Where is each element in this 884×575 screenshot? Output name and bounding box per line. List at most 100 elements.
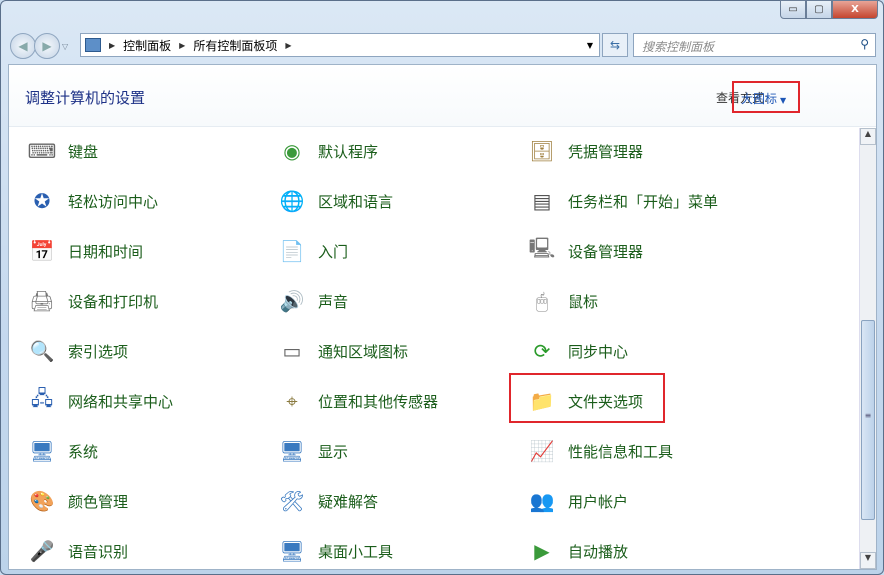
item-label: 位置和其他传感器 — [318, 392, 439, 411]
control-panel-item[interactable]: ▤ 任务栏和「开始」菜单 — [525, 181, 755, 221]
item-label: 任务栏和「开始」菜单 — [568, 192, 719, 211]
item-label: 系统 — [68, 442, 99, 461]
control-panel-item[interactable]: 🔍 索引选项 — [25, 331, 255, 371]
control-panel-item[interactable]: 🔊 声音 — [275, 281, 505, 321]
item-icon: 📅 — [29, 239, 55, 263]
control-panel-item[interactable]: 🖱 鼠标 — [525, 281, 755, 321]
control-panel-item[interactable]: 🗄 凭据管理器 — [525, 131, 755, 171]
item-label: 凭据管理器 — [568, 142, 644, 161]
item-label: 用户帐户 — [568, 492, 629, 511]
minimize-button[interactable]: ▭ — [780, 0, 806, 19]
item-icon: ▭ — [282, 339, 302, 363]
item-label: 疑难解答 — [318, 492, 379, 511]
control-panel-item[interactable]: ◉ 默认程序 — [275, 131, 505, 171]
item-label: 颜色管理 — [68, 492, 129, 511]
chevron-down-icon: ▼ — [780, 96, 787, 105]
control-panel-item[interactable]: 📄 入门 — [275, 231, 505, 271]
item-label: 鼠标 — [568, 292, 599, 311]
control-panel-item[interactable]: 📈 性能信息和工具 — [525, 431, 755, 471]
forward-button[interactable]: ▶ — [34, 33, 60, 59]
item-icon: 🎤 — [29, 539, 55, 563]
item-label: 性能信息和工具 — [568, 442, 674, 461]
control-panel-item[interactable]: 🖳 设备管理器 — [525, 231, 755, 271]
item-icon: 🖥 — [29, 439, 55, 463]
item-label: 显示 — [318, 442, 349, 461]
item-label: 通知区域图标 — [318, 342, 409, 361]
maximize-button[interactable]: ▢ — [806, 0, 832, 19]
item-label: 入门 — [318, 242, 349, 261]
window-controls: ▭ ▢ X — [780, 0, 878, 19]
control-panel-items: ⌨ 键盘 ✪ 轻松访问中心 📅 日期和时间 🖨 设备和打印机 🔍 索引选项 🖧 网络和共享中心 🖥 系统 🎨… — [9, 128, 861, 569]
control-panel-item[interactable]: 🖥 桌面小工具 — [275, 531, 505, 569]
control-panel-item[interactable]: ▶ 自动播放 — [525, 531, 755, 569]
breadcrumb-control-panel[interactable]: 控制面板 — [123, 37, 171, 54]
item-icon: 📄 — [279, 239, 305, 263]
item-icon: 🖨 — [29, 289, 55, 313]
page-title: 调整计算机的设置 — [25, 89, 146, 107]
breadcrumb-arrow-icon[interactable]: ▶ — [109, 41, 115, 50]
item-icon: 🖥 — [279, 439, 305, 463]
breadcrumb-arrow-icon[interactable]: ▶ — [285, 41, 291, 50]
breadcrumb-all-items[interactable]: 所有控制面板项 — [193, 37, 277, 54]
main-content: 调整计算机的设置 查看方式: 大图标 ▼ ⌨ 键盘 ✪ 轻松访问中心 📅 日期和时间 🖨 设备和… — [8, 64, 877, 570]
control-panel-item[interactable]: 🌐 区域和语言 — [275, 181, 505, 221]
item-label: 同步中心 — [568, 342, 629, 361]
item-label: 设备和打印机 — [68, 292, 159, 311]
control-panel-item[interactable]: 🖥 显示 — [275, 431, 505, 471]
recent-pages-dropdown[interactable]: ▽ — [62, 42, 68, 51]
item-label: 默认程序 — [318, 142, 379, 161]
control-panel-item[interactable]: 👥 用户帐户 — [525, 481, 755, 521]
control-panel-item[interactable]: 🖥 系统 — [25, 431, 255, 471]
control-panel-item[interactable]: ✪ 轻松访问中心 — [25, 181, 255, 221]
item-label: 自动播放 — [568, 542, 629, 561]
item-icon: ▤ — [532, 189, 552, 213]
control-panel-item[interactable]: ⌨ 键盘 — [25, 131, 255, 171]
item-icon: 👥 — [529, 489, 555, 513]
item-icon: ▶ — [534, 539, 550, 563]
breadcrumb-arrow-icon[interactable]: ▶ — [179, 41, 185, 50]
control-panel-icon — [85, 38, 101, 52]
item-icon: 📁 — [529, 389, 555, 413]
item-icon: ⌖ — [286, 389, 298, 413]
view-by-value: 大图标 — [741, 92, 778, 106]
view-by-dropdown[interactable]: 大图标 ▼ — [732, 81, 800, 113]
item-icon: 🌐 — [279, 189, 305, 213]
back-button[interactable]: ◀ — [10, 33, 36, 59]
control-panel-item[interactable]: 🛠 疑难解答 — [275, 481, 505, 521]
item-label: 键盘 — [68, 142, 99, 161]
close-button[interactable]: X — [832, 0, 878, 19]
item-label: 轻松访问中心 — [68, 192, 159, 211]
control-panel-item[interactable]: 📁 文件夹选项 — [525, 381, 755, 421]
item-label: 声音 — [318, 292, 349, 311]
control-panel-item[interactable]: ▭ 通知区域图标 — [275, 331, 505, 371]
scroll-up-button[interactable]: ▲ — [860, 128, 876, 145]
control-panel-item[interactable]: 🎨 颜色管理 — [25, 481, 255, 521]
scrollbar-thumb[interactable]: ≡ — [861, 320, 875, 520]
item-icon: 🎨 — [29, 489, 55, 513]
item-icon: ⌨ — [27, 139, 57, 163]
search-input[interactable]: 搜索控制面板 ⚲ — [633, 33, 876, 57]
vertical-scrollbar[interactable]: ▲ ≡ ▼ — [859, 128, 876, 569]
item-icon: 🖥 — [279, 539, 305, 563]
search-placeholder: 搜索控制面板 — [642, 40, 715, 54]
address-dropdown-icon[interactable]: ▼ — [587, 41, 593, 50]
item-label: 桌面小工具 — [318, 542, 394, 561]
item-icon: 🖱 — [536, 289, 548, 313]
control-panel-item[interactable]: ⟳ 同步中心 — [525, 331, 755, 371]
item-label: 网络和共享中心 — [68, 392, 174, 411]
scroll-down-button[interactable]: ▼ — [860, 552, 876, 569]
item-icon: ◉ — [283, 139, 301, 163]
item-icon: 🖳 — [528, 236, 556, 260]
refresh-button[interactable]: ⇆ — [602, 33, 628, 57]
item-icon: ⟳ — [533, 339, 551, 363]
item-icon: 🛠 — [279, 489, 305, 513]
control-panel-item[interactable]: 📅 日期和时间 — [25, 231, 255, 271]
control-panel-item[interactable]: 🖨 设备和打印机 — [25, 281, 255, 321]
search-icon[interactable]: ⚲ — [860, 37, 869, 51]
control-panel-item[interactable]: 🎤 语音识别 — [25, 531, 255, 569]
control-panel-item[interactable]: ⌖ 位置和其他传感器 — [275, 381, 505, 421]
address-bar[interactable]: ▶ 控制面板 ▶ 所有控制面板项 ▶ ▼ — [80, 33, 600, 57]
navigation-buttons: ◀ ▶ ▽ — [10, 33, 68, 59]
item-label: 设备管理器 — [568, 242, 644, 261]
control-panel-item[interactable]: 🖧 网络和共享中心 — [25, 381, 255, 421]
